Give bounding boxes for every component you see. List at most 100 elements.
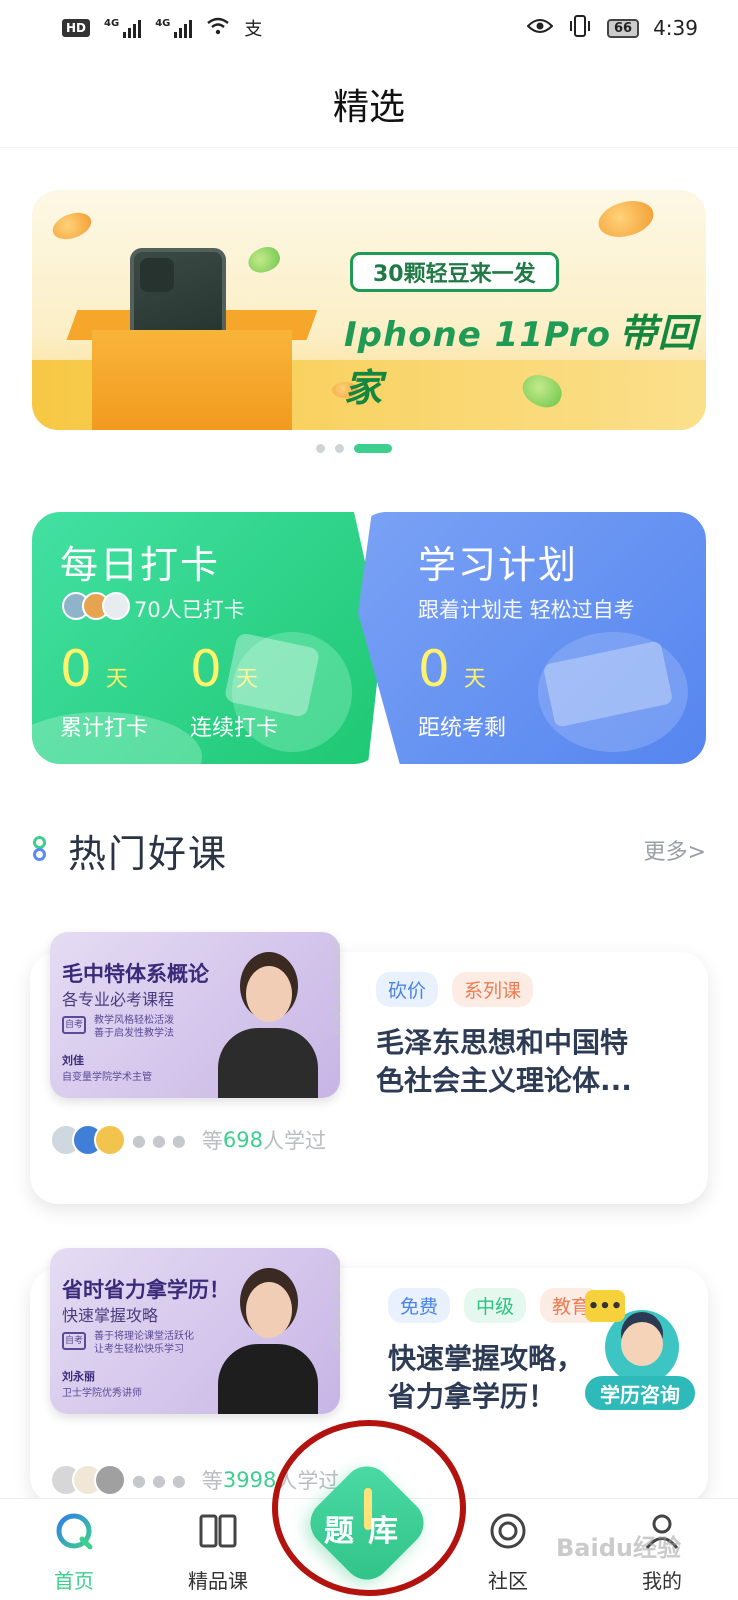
book-icon: [198, 1511, 238, 1551]
thumb-description: 善于将理论课堂活跃化 让考生轻松快乐学习: [94, 1331, 194, 1355]
learners-prefix: 等: [201, 1469, 223, 1493]
pagination-dot[interactable]: [335, 444, 344, 453]
banner-tag: 30颗轻豆来一发: [350, 252, 559, 292]
thumb-badge: 自考: [62, 1332, 86, 1350]
wifi-icon: [206, 17, 230, 40]
course-thumbnail: 毛中特体系概论 各专业必考课程 自考 教学风格轻松活泼 善于启发性教学法 刘佳 …: [50, 932, 340, 1098]
learners-count: 3998: [222, 1468, 277, 1492]
exam-countdown-unit: 天: [463, 667, 486, 692]
alipay-icon: 支: [244, 19, 263, 40]
thumb-title: 省时省力拿学历！: [62, 1278, 230, 1302]
avatar: [94, 1464, 126, 1496]
study-plan-card[interactable]: 学习计划 跟着计划走 轻松过自考 0 天 距统考剩: [358, 512, 706, 764]
nav-label: 首页: [54, 1569, 94, 1593]
total-checkin-unit: 天: [105, 667, 128, 692]
eye-icon: [526, 18, 554, 39]
thumb-badge: 自考: [62, 1016, 86, 1034]
header: 精选: [0, 60, 738, 148]
avatar: [94, 1124, 126, 1156]
nav-label: 精品课: [188, 1569, 248, 1593]
learners-suffix: 人学过: [262, 1129, 326, 1153]
coin-icon: [49, 207, 95, 245]
signal-icon: 4G: [155, 18, 193, 38]
course-title: 快速掌握攻略， 省力拿学历！: [388, 1340, 584, 1416]
course-title-line: 色社会主义理论体...: [376, 1064, 632, 1097]
checkin-participants: 70人已打卡: [134, 598, 245, 622]
signal-icon: 4G: [104, 18, 142, 38]
thumb-side-text: 自考名师专题讲座: [332, 943, 342, 1037]
learners-prefix: 等: [201, 1129, 223, 1153]
exam-countdown-label: 距统考剩: [418, 716, 507, 741]
plan-title: 学习计划: [418, 543, 579, 587]
thumb-side-text: 自考名师专题讲座: [332, 1259, 342, 1353]
clock: 4:39: [653, 16, 698, 40]
education-consult-button[interactable]: ••• 学历咨询: [585, 1290, 695, 1410]
course-tag: 免费: [388, 1288, 451, 1323]
checkin-card[interactable]: 每日打卡 70人已打卡 0 天 0 天 累计打卡 连续打卡: [32, 512, 382, 764]
course-tag: 系列课: [452, 972, 534, 1007]
home-icon: [54, 1511, 94, 1551]
banner-pagination: [316, 444, 392, 453]
checkin-title: 每日打卡: [60, 543, 221, 587]
nav-premium-courses[interactable]: 精品课: [168, 1507, 268, 1597]
community-icon: [488, 1511, 528, 1551]
thumb-title: 毛中特体系概论: [62, 962, 209, 986]
thumb-teacher-desc: 卫士学院优秀讲师: [62, 1388, 142, 1399]
course-tag: 中级: [464, 1288, 527, 1323]
course-title-line: 毛泽东思想和中国特: [376, 1026, 629, 1059]
section-title: 热门好课: [68, 831, 229, 876]
checkin-avatars: [62, 592, 130, 620]
thumb-teacher: 刘永丽: [62, 1370, 95, 1383]
nav-label: 我的: [642, 1569, 682, 1593]
promo-banner[interactable]: 30颗轻豆来一发 Iphone 11Pro 带回家: [32, 190, 706, 430]
vibrate-icon: [567, 14, 593, 42]
exam-countdown-value: 0: [418, 640, 450, 698]
exam-countdown-stat: 0 天: [418, 640, 486, 698]
thumb-subtitle: 各专业必考课程: [62, 990, 175, 1009]
hd-badge: HD: [62, 19, 91, 37]
annotation-circle: [272, 1420, 466, 1596]
status-right: 66 4:39: [526, 14, 698, 42]
total-checkin-stat: 0 天: [60, 640, 128, 698]
gift-box: [92, 330, 292, 430]
page-title: 精选: [332, 86, 405, 128]
pagination-dot-active[interactable]: [354, 444, 392, 453]
bean-icon: [244, 242, 284, 278]
section-icon: [32, 836, 48, 864]
consult-label: 学历咨询: [585, 1376, 695, 1410]
learners-row: ●●● 等 698 人学过: [50, 1124, 326, 1156]
watermark: Baidu经验: [556, 1534, 681, 1562]
banner-headline-product: Iphone 11Pro: [344, 315, 611, 355]
pagination-dot[interactable]: [316, 444, 325, 453]
thumb-description: 教学风格轻松活泼 善于启发性教学法: [94, 1015, 174, 1039]
more-link[interactable]: 更多>: [644, 834, 706, 866]
plan-subtitle: 跟着计划走 轻松过自考: [418, 598, 635, 622]
status-left: HD 4G 4G 支: [62, 15, 262, 41]
total-checkin-value: 0: [60, 640, 92, 698]
signal-label: 4G: [104, 18, 120, 29]
course-title: 毛泽东思想和中国特 色社会主义理论体...: [376, 1024, 632, 1100]
coin-icon: [594, 195, 658, 243]
course-title-line: 快速掌握攻略，: [388, 1342, 585, 1375]
streak-checkin-value: 0: [190, 640, 222, 698]
nav-home[interactable]: 首页: [24, 1507, 124, 1597]
thumb-subtitle: 快速掌握攻略: [62, 1306, 159, 1325]
learners-count: 698: [222, 1128, 263, 1152]
teacher-photo: [208, 948, 328, 1098]
course-thumbnail: 省时省力拿学历！ 快速掌握攻略 自考 善于将理论课堂活跃化 让考生轻松快乐学习 …: [50, 1248, 340, 1414]
nav-community[interactable]: 社区: [458, 1507, 558, 1597]
course-tags: 砍价 系列课: [376, 972, 534, 1007]
course-card[interactable]: 毛中特体系概论 各专业必考课程 自考 教学风格轻松活泼 善于启发性教学法 刘佳 …: [30, 932, 708, 1204]
banner-headline: Iphone 11Pro 带回家: [344, 302, 706, 412]
course-tags: 免费 中级 教育: [388, 1288, 603, 1323]
learner-avatars: [50, 1464, 126, 1496]
nav-label: 社区: [488, 1569, 528, 1593]
course-title-line: 省力拿学历！: [388, 1380, 557, 1413]
thumb-teacher-desc: 自变量学院学术主管: [62, 1072, 152, 1083]
ellipsis-icon: ●●●: [132, 1130, 192, 1150]
chat-bubble-icon: •••: [585, 1290, 625, 1322]
learner-avatars: [50, 1124, 126, 1156]
avatar: [102, 592, 130, 620]
teacher-photo: [208, 1264, 328, 1414]
thumb-teacher: 刘佳: [62, 1054, 84, 1067]
